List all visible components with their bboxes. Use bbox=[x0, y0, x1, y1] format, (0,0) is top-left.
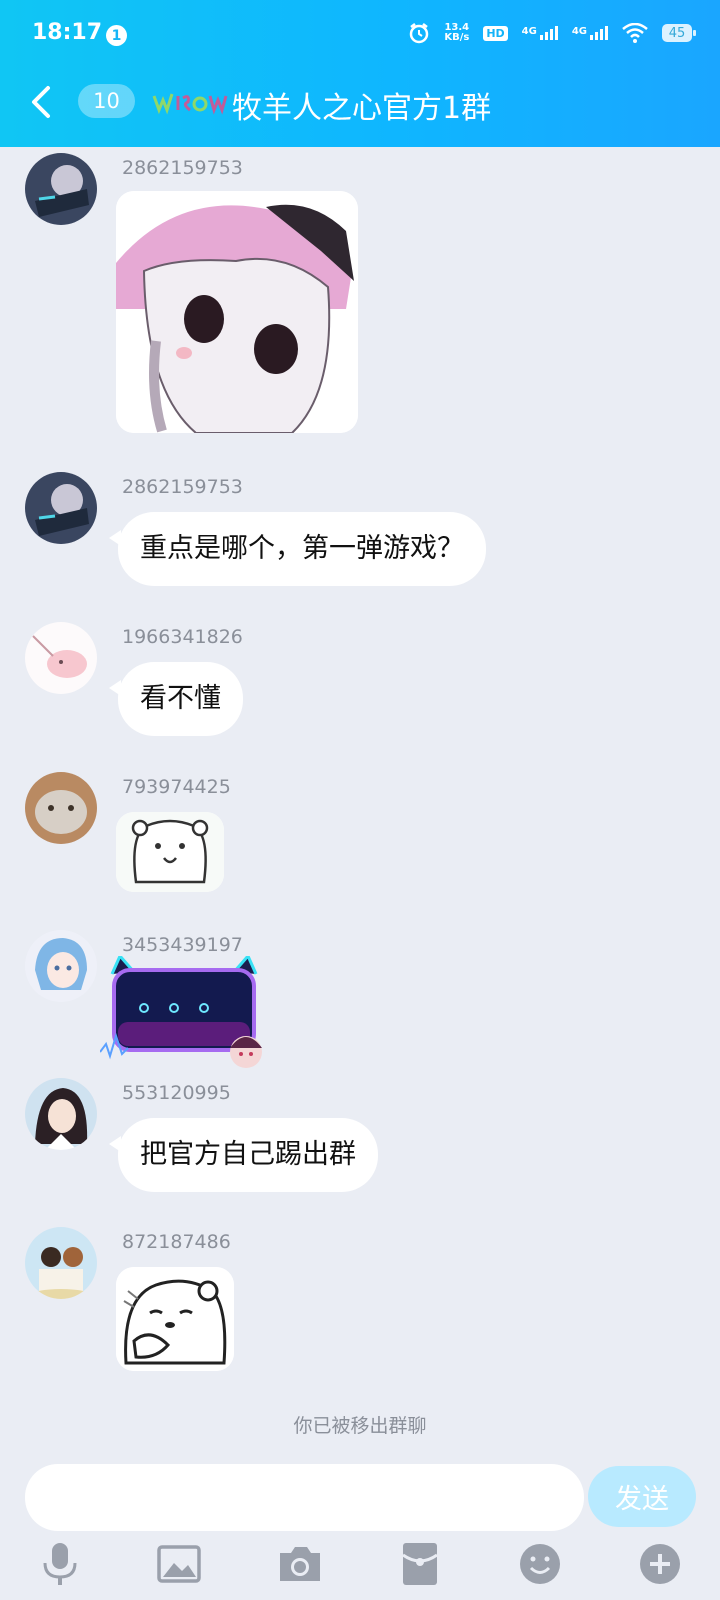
network-speed-unit: KB/s bbox=[444, 32, 470, 43]
alarm-icon bbox=[410, 23, 429, 44]
sticker-image[interactable] bbox=[116, 191, 358, 433]
camera-icon[interactable] bbox=[277, 1541, 323, 1587]
status-icons: 13.4 KB/s HD 4G 4G 45 bbox=[408, 22, 696, 44]
sticker-image[interactable] bbox=[116, 1267, 234, 1371]
message-bubble[interactable]: 重点是哪个，第一弹游戏？ bbox=[109, 512, 486, 586]
network-speed: 13.4 KB/s bbox=[444, 23, 469, 43]
system-notice: 你已被移出群聊 bbox=[293, 1415, 427, 1437]
signal-icon-sim1: 4G bbox=[522, 26, 558, 40]
sender-id: 1966341826 bbox=[122, 626, 243, 648]
avatar[interactable] bbox=[25, 930, 97, 1002]
top-bar: 18:17 1 13.4 KB/s HD 4G 4G 45 10 牧羊人之心官方… bbox=[0, 0, 720, 147]
avatar[interactable] bbox=[25, 153, 97, 225]
image-icon[interactable] bbox=[156, 1541, 202, 1587]
message-bubble[interactable]: 把官方自己踢出群 bbox=[109, 1118, 378, 1192]
group-title: 牧羊人之心官方1群 bbox=[232, 91, 492, 126]
send-button[interactable]: 发送 bbox=[588, 1466, 696, 1527]
sender-id: 2862159753 bbox=[122, 157, 243, 179]
signal-icon-sim2: 4G bbox=[572, 26, 608, 40]
red-packet-icon[interactable] bbox=[397, 1541, 443, 1587]
notification-badge: 1 bbox=[106, 25, 127, 46]
avatar[interactable] bbox=[25, 772, 97, 844]
emoji-icon[interactable] bbox=[517, 1541, 563, 1587]
sender-id: 3453439197 bbox=[122, 934, 243, 956]
sender-id: 2862159753 bbox=[122, 476, 243, 498]
sticker-image[interactable] bbox=[100, 956, 268, 1072]
sim2-network-label: 4G bbox=[571, 26, 587, 37]
hd-icon: HD bbox=[483, 25, 508, 41]
message-input[interactable] bbox=[25, 1464, 584, 1531]
sender-id: 872187486 bbox=[122, 1231, 231, 1253]
sticker-image[interactable] bbox=[116, 812, 224, 892]
avatar[interactable] bbox=[25, 1078, 97, 1150]
message-bubble[interactable]: 看不懂 bbox=[109, 662, 243, 736]
back-arrow-icon[interactable] bbox=[26, 84, 56, 120]
input-toolbar bbox=[0, 1541, 720, 1593]
sim1-network-label: 4G bbox=[521, 26, 537, 37]
avatar[interactable] bbox=[25, 1227, 97, 1299]
avatar[interactable] bbox=[25, 622, 97, 694]
microphone-icon[interactable] bbox=[37, 1541, 83, 1587]
sender-id: 553120995 bbox=[122, 1082, 231, 1104]
battery-icon: 45 bbox=[662, 24, 696, 42]
status-time: 18:17 bbox=[32, 20, 103, 45]
sender-id: 793974425 bbox=[122, 776, 231, 798]
avatar[interactable] bbox=[25, 472, 97, 544]
wifi-icon bbox=[622, 23, 648, 43]
group-logo-icon bbox=[152, 93, 228, 115]
plus-icon[interactable] bbox=[637, 1541, 683, 1587]
unread-count-badge[interactable]: 10 bbox=[78, 84, 135, 118]
